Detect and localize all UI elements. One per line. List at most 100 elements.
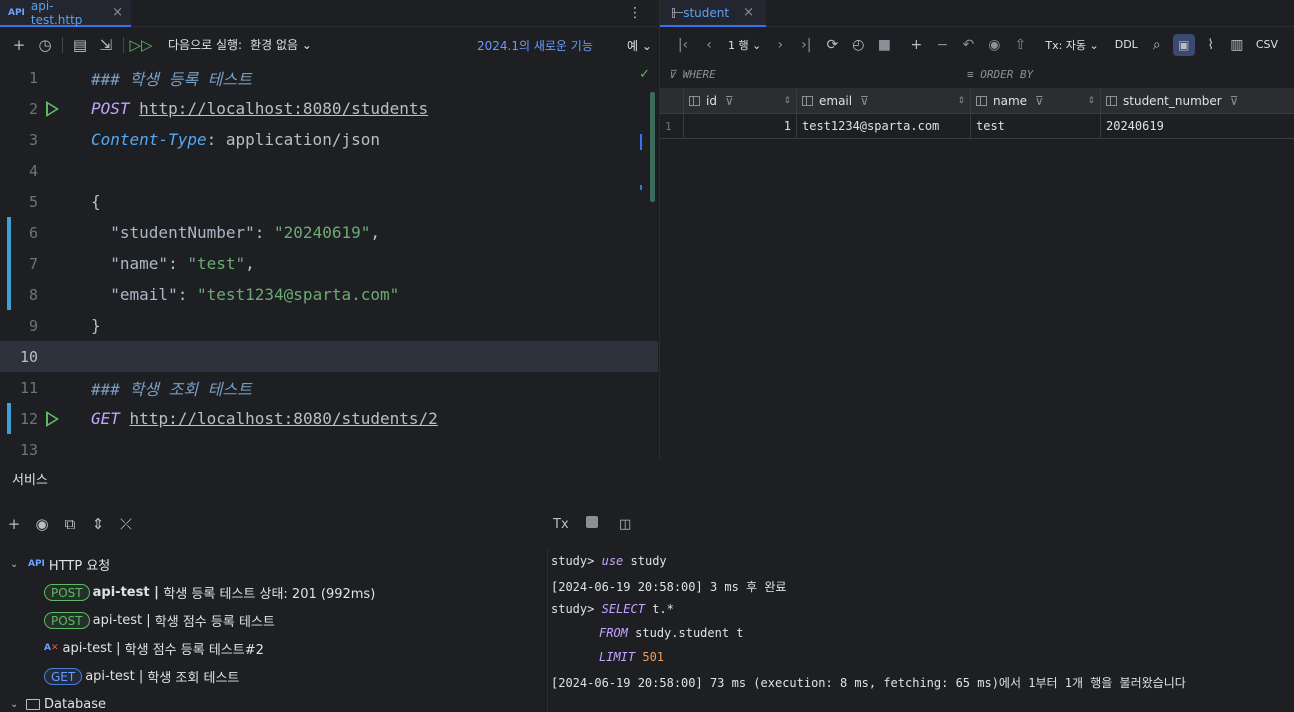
last-page-icon[interactable]: ›| (793, 37, 819, 53)
add-service-icon[interactable]: + (0, 515, 28, 533)
line-number: 11 (19, 378, 38, 397)
close-icon[interactable]: × (743, 5, 754, 20)
filter-icon[interactable]: ⊽ (1230, 94, 1239, 108)
line-number: 13 (19, 440, 38, 459)
chevron-down-icon[interactable]: ⌄ (10, 559, 22, 570)
line-number: 10 (19, 347, 38, 366)
tree-group-http-requests[interactable]: ⌄ API HTTP 요청 (0, 552, 110, 576)
layout-icon[interactable]: ◫ (619, 517, 652, 532)
tree-group-database[interactable]: ⌄ Database (0, 692, 106, 712)
header-corner (660, 89, 684, 114)
filter-icon[interactable]: ⊽ (725, 94, 734, 108)
expand-all-icon[interactable]: ⇕ (84, 515, 112, 533)
yes-dropdown[interactable]: 예 ⌄ (627, 37, 652, 54)
method-badge: POST (44, 583, 90, 601)
run-request-icon[interactable] (46, 410, 59, 427)
revert-icon[interactable]: ↶ (955, 37, 981, 53)
scrollbar[interactable] (650, 92, 655, 202)
json-value: "20240619" (274, 223, 371, 242)
stop-icon[interactable]: ■ (871, 37, 897, 53)
delete-row-icon[interactable]: − (929, 37, 955, 53)
method-badge: GET (44, 667, 83, 685)
page-size-select[interactable]: 1 행 ⌄ (728, 37, 761, 53)
sort-arrows-icon[interactable]: ⇕ (1087, 96, 1095, 106)
line-number: 4 (28, 161, 38, 180)
code-editor[interactable]: 1 ### 학생 등록 테스트 2 POST http://localhost:… (0, 62, 658, 460)
request-url[interactable]: http://localhost:8080/students/2 (130, 409, 438, 428)
request-line: GET http://localhost:8080/students/2 (91, 409, 438, 428)
tree-item-request[interactable]: A✕ api-test | 학생 점수 등록 테스트#2 (44, 636, 264, 660)
tx-mode-button[interactable]: Tx (553, 517, 586, 532)
column-header-student-number[interactable]: student_number ⊽ (1101, 89, 1294, 114)
grid-view-icon[interactable]: ▣ (1172, 33, 1195, 56)
tx-mode-select[interactable]: Tx: 자동 ⌄ (1045, 37, 1098, 53)
code-line: 8 "email": "test1234@sparta.com" (0, 279, 658, 310)
table-row[interactable]: 1 1 test1234@sparta.com test 20240619 (660, 114, 1294, 139)
first-page-icon[interactable]: |‹ (670, 37, 696, 53)
tree-item-request[interactable]: GET api-test | 학생 조회 테스트 (44, 664, 239, 688)
request-file: api-test (92, 612, 143, 628)
chevron-down-icon[interactable]: ⌄ (10, 699, 22, 710)
sort-arrows-icon[interactable]: ⇕ (783, 96, 791, 106)
tab-api-test-http[interactable]: API api-test.http × (0, 0, 131, 27)
column-label: id (706, 94, 717, 108)
new-features-link[interactable]: 2024.1의 새로운 기능 (477, 37, 593, 54)
copy-icon[interactable]: ▤ (67, 32, 93, 58)
search-icon[interactable]: ⌕ (1144, 37, 1170, 53)
cell-name[interactable]: test (971, 114, 1101, 139)
filter-icon[interactable]: ⊽ (1035, 94, 1044, 108)
console-line: study> SELECT t.* (551, 602, 674, 616)
run-all-icon[interactable]: ▷▷ (128, 32, 154, 58)
ddl-button[interactable]: DDL (1115, 38, 1138, 51)
convert-icon[interactable]: ⇲ (93, 32, 119, 58)
chevron-down-icon: ⌄ (1089, 38, 1099, 52)
column-header-email[interactable]: email ⊽ ⇕ (797, 89, 971, 114)
sql-arg: study.student t (635, 626, 744, 640)
chevron-down-icon: ⌄ (641, 39, 652, 53)
clock-icon[interactable]: ◴ (845, 37, 871, 53)
add-row-icon[interactable]: + (903, 37, 929, 53)
close-icon[interactable]: × (112, 5, 123, 20)
tab-label: api-test.http (30, 0, 83, 27)
collapse-all-icon[interactable]: ⤫ (112, 515, 140, 533)
csv-export-button[interactable]: CSV (1256, 38, 1278, 51)
sort-arrows-icon[interactable]: ⇕ (957, 96, 965, 106)
submit-icon[interactable]: ⇧ (1007, 37, 1033, 53)
new-tab-icon[interactable]: ⧉ (56, 515, 84, 533)
chart-icon[interactable]: ⌇ (1198, 37, 1224, 53)
environment-select[interactable]: 환경 없음 ⌄ (250, 36, 312, 53)
sql-keyword: FROM (599, 626, 628, 640)
filter-icon[interactable]: ⊽ (860, 94, 869, 108)
json-key: "name" (110, 254, 169, 273)
stop-icon[interactable] (586, 516, 619, 532)
cell-student-number[interactable]: 20240619 (1101, 114, 1294, 139)
add-request-icon[interactable]: + (6, 32, 32, 58)
tab-student[interactable]: student × (660, 0, 766, 27)
next-page-icon[interactable]: › (767, 37, 793, 53)
tree-item-request[interactable]: POST api-test | 학생 점수 등록 테스트 (44, 608, 275, 632)
refresh-icon[interactable]: ⟳ (819, 37, 845, 53)
sql-keyword: LIMIT (599, 650, 636, 664)
tx-mode-value: Tx: 자동 (1045, 38, 1087, 52)
column-header-id[interactable]: id ⊽ ⇕ (684, 89, 797, 114)
method-badge: POST (44, 611, 90, 629)
history-icon[interactable]: ◷ (32, 32, 58, 58)
column-header-name[interactable]: name ⊽ ⇕ (971, 89, 1101, 114)
more-options-icon[interactable]: ⋮ (628, 5, 642, 21)
where-filter[interactable]: ⊽ WHERE (668, 68, 716, 81)
code-line: 9 } (0, 310, 658, 341)
order-by-filter[interactable]: ≡ ORDER BY (967, 68, 1033, 81)
columns-icon[interactable]: ▥ (1224, 37, 1250, 53)
request-url[interactable]: http://localhost:8080/students (139, 99, 428, 118)
run-request-icon[interactable] (46, 100, 59, 117)
tree-item-request[interactable]: POST api-test | 학생 등록 테스트 상태: 201 (992ms… (44, 580, 375, 604)
cell-email[interactable]: test1234@sparta.com (797, 114, 971, 139)
eye-icon[interactable]: ◉ (28, 515, 56, 533)
prev-page-icon[interactable]: ‹ (696, 37, 722, 53)
query-console-output[interactable]: study> use study [2024-06-19 20:58:00] 3… (547, 548, 1294, 712)
page-size-value: 1 행 (728, 38, 749, 52)
sql-arg: t.* (652, 602, 674, 616)
view-icon[interactable]: ◉ (981, 37, 1007, 53)
json-comma: , (370, 223, 380, 242)
cell-id[interactable]: 1 (684, 114, 797, 139)
